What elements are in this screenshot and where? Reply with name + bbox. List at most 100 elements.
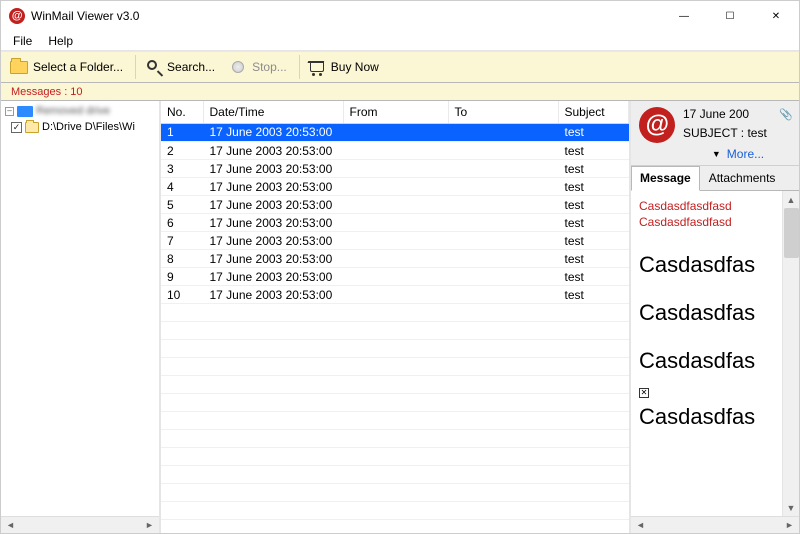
message-table-body[interactable]: 117 June 2003 20:53:00test217 June 2003 … — [161, 124, 629, 534]
preview-body[interactable]: Casdasdfasdfasd Casdasdfasdfasd Casdasdf… — [631, 191, 782, 516]
cell-to — [448, 142, 558, 160]
scroll-up-icon[interactable]: ▲ — [783, 191, 799, 208]
title-bar: @ WinMail Viewer v3.0 — ☐ ✕ — [1, 1, 799, 31]
attachment-icon: 📎 — [779, 108, 793, 121]
cell-subject: test — [558, 214, 629, 232]
search-icon — [144, 58, 162, 76]
col-subject[interactable]: Subject — [558, 101, 629, 123]
cell-from — [343, 124, 448, 142]
table-row-empty — [161, 448, 629, 466]
cell-from — [343, 250, 448, 268]
scroll-left-icon[interactable]: ◄ — [2, 518, 19, 533]
scroll-right-icon[interactable]: ► — [781, 518, 798, 533]
cell-subject: test — [558, 250, 629, 268]
tree-root[interactable]: – Removed drive — [1, 103, 159, 119]
cell-to — [448, 160, 558, 178]
col-from[interactable]: From — [343, 101, 448, 123]
table-row[interactable]: 1017 June 2003 20:53:00test — [161, 286, 629, 304]
cell-subject: test — [558, 268, 629, 286]
table-row[interactable]: 217 June 2003 20:53:00test — [161, 142, 629, 160]
cell-to — [448, 250, 558, 268]
cell-from — [343, 286, 448, 304]
cell-from — [343, 214, 448, 232]
at-icon: @ — [639, 107, 675, 143]
cell-subject: test — [558, 286, 629, 304]
cell-to — [448, 286, 558, 304]
body-text: Casdasdfasdfasd — [639, 215, 774, 231]
tree-scrollbar-horizontal[interactable]: ◄ ► — [1, 516, 159, 533]
cell-no: 1 — [161, 124, 203, 142]
cell-from — [343, 178, 448, 196]
table-row-empty — [161, 304, 629, 322]
folder-tree[interactable]: – Removed drive ✓ D:\Drive D\Files\Wi — [1, 101, 159, 516]
select-folder-button[interactable]: Select a Folder... — [5, 54, 132, 80]
table-row-empty — [161, 466, 629, 484]
table-row[interactable]: 617 June 2003 20:53:00test — [161, 214, 629, 232]
tab-attachments[interactable]: Attachments — [700, 166, 785, 190]
cell-to — [448, 124, 558, 142]
table-row[interactable]: 317 June 2003 20:53:00test — [161, 160, 629, 178]
cart-icon — [308, 58, 326, 76]
cell-to — [448, 196, 558, 214]
cell-no: 8 — [161, 250, 203, 268]
table-row[interactable]: 917 June 2003 20:53:00 test — [161, 268, 629, 286]
scroll-right-icon[interactable]: ► — [141, 518, 158, 533]
buy-now-button[interactable]: Buy Now — [303, 54, 388, 80]
collapse-icon[interactable]: – — [5, 107, 14, 116]
cell-to — [448, 178, 558, 196]
scroll-down-icon[interactable]: ▼ — [783, 499, 799, 516]
close-button[interactable]: ✕ — [753, 1, 799, 31]
scroll-thumb[interactable] — [784, 208, 799, 258]
cell-no: 10 — [161, 286, 203, 304]
cell-datetime: 17 June 2003 20:53:00 — [203, 250, 343, 268]
scroll-left-icon[interactable]: ◄ — [632, 518, 649, 533]
preview-scrollbar-horizontal[interactable]: ◄ ► — [631, 516, 799, 533]
cell-subject: test — [558, 232, 629, 250]
maximize-button[interactable]: ☐ — [707, 1, 753, 31]
cell-datetime: 17 June 2003 20:53:00 — [203, 232, 343, 250]
table-row-empty — [161, 412, 629, 430]
menu-help[interactable]: Help — [40, 32, 81, 50]
body-text: Casdasdfas — [639, 300, 774, 326]
search-button[interactable]: Search... — [139, 54, 224, 80]
chevron-down-icon[interactable]: ▼ — [712, 149, 721, 159]
col-to[interactable]: To — [448, 101, 558, 123]
table-row-empty — [161, 484, 629, 502]
cell-from — [343, 232, 448, 250]
cell-datetime: 17 June 2003 20:53:00 — [203, 196, 343, 214]
cell-from — [343, 196, 448, 214]
table-row-empty — [161, 358, 629, 376]
body-text: Casdasdfas — [639, 348, 774, 374]
table-row[interactable]: 517 June 2003 20:53:00test — [161, 196, 629, 214]
preview-date: 17 June 200 — [683, 107, 749, 121]
tab-message[interactable]: Message — [631, 166, 700, 191]
cell-datetime: 17 June 2003 20:53:00 — [203, 178, 343, 196]
main-area: – Removed drive ✓ D:\Drive D\Files\Wi ◄ … — [1, 101, 799, 533]
cell-to — [448, 268, 558, 286]
body-text: Casdasdfas — [639, 404, 774, 430]
col-no[interactable]: No. — [161, 101, 203, 123]
preview-scrollbar-vertical[interactable]: ▲ ▼ — [782, 191, 799, 516]
table-row-empty — [161, 376, 629, 394]
table-row[interactable]: 817 June 2003 20:53:00 test — [161, 250, 629, 268]
checkbox[interactable]: ✓ — [11, 122, 22, 133]
table-row-empty — [161, 394, 629, 412]
more-link[interactable]: More... — [727, 147, 764, 161]
cell-subject: test — [558, 160, 629, 178]
toolbar: Select a Folder... Search... Stop... Buy… — [1, 51, 799, 83]
stop-button[interactable]: Stop... — [224, 54, 296, 80]
col-datetime[interactable]: Date/Time — [203, 101, 343, 123]
body-text: Casdasdfas — [639, 252, 774, 278]
table-row[interactable]: 117 June 2003 20:53:00test — [161, 124, 629, 142]
cell-datetime: 17 June 2003 20:53:00 — [203, 268, 343, 286]
message-table-header: No. Date/Time From To Subject — [161, 101, 629, 124]
table-row[interactable]: 717 June 2003 20:53:00 test — [161, 232, 629, 250]
menu-file[interactable]: File — [5, 32, 40, 50]
table-row[interactable]: 417 June 2003 20:53:00test — [161, 178, 629, 196]
cell-no: 6 — [161, 214, 203, 232]
cell-no: 9 — [161, 268, 203, 286]
minimize-button[interactable]: — — [661, 1, 707, 31]
cell-no: 7 — [161, 232, 203, 250]
tree-item[interactable]: ✓ D:\Drive D\Files\Wi — [1, 119, 159, 135]
app-icon: @ — [9, 8, 25, 24]
